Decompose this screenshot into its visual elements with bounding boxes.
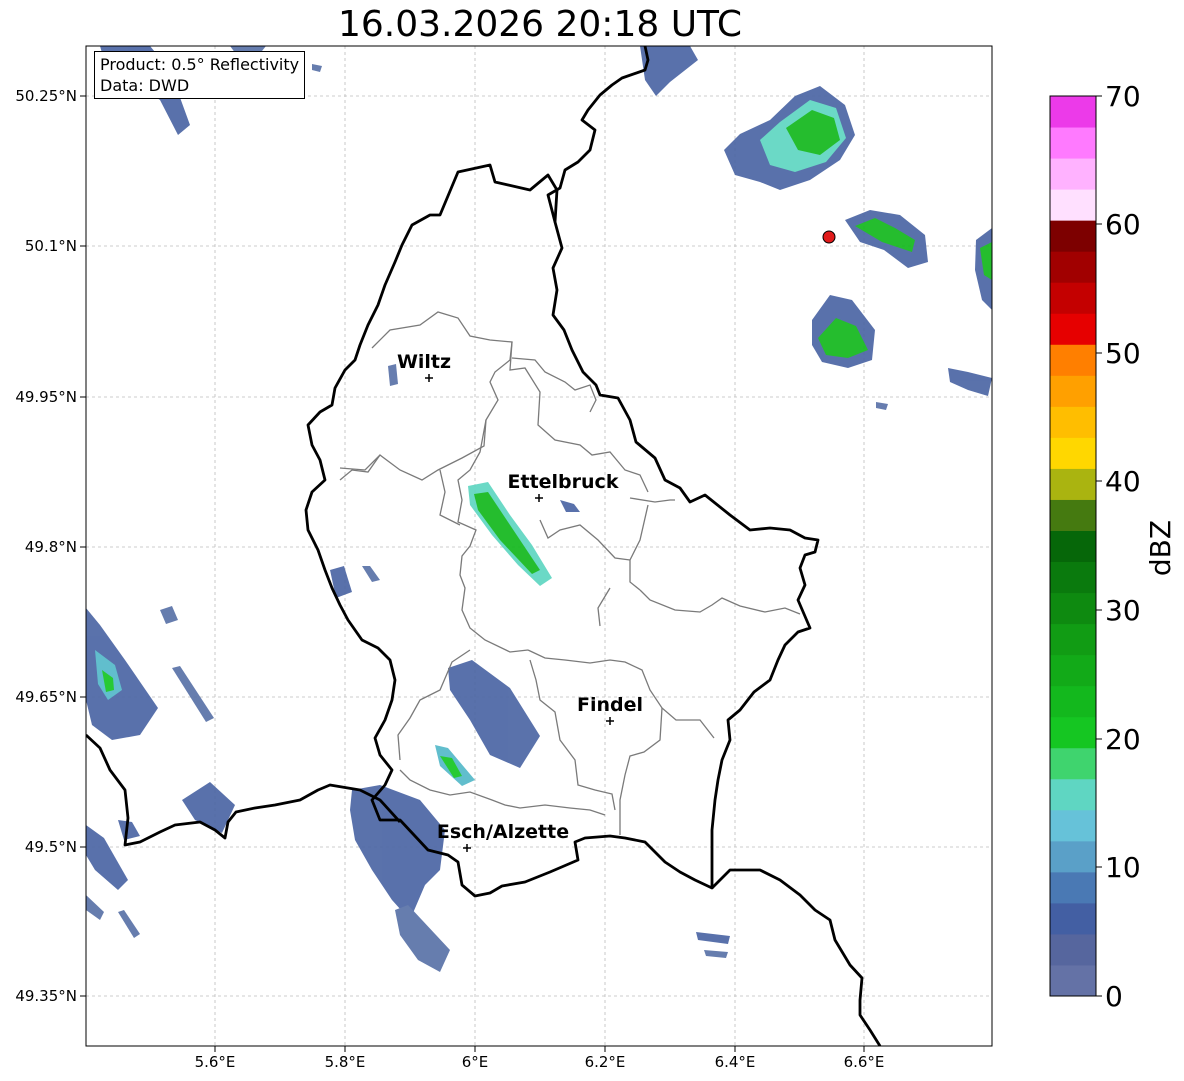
echo-ne-cell-8 [696,932,730,944]
colorbar-tick: 50 [1105,337,1141,370]
colorbar-swatch [1050,375,1096,407]
lon-tick: 6.4°E [715,1053,756,1071]
colorbar-swatch [1050,437,1096,469]
echo-west-streak-1 [172,666,214,722]
echo-west-streak-5 [118,910,140,938]
echo-ne-cell-9 [704,950,728,958]
colorbar-swatch [1050,344,1096,376]
colorbar-tick: 40 [1105,465,1141,498]
lat-tick: 49.8°N [25,538,77,556]
echo-central-core [474,492,540,574]
colorbar-tick: 70 [1105,80,1141,113]
colorbar-tick: 60 [1105,208,1141,241]
radar-site-marker [822,230,836,244]
echo-south-mid [448,660,540,768]
echo-ne-cell-6 [640,46,698,96]
colorbar-swatch [1050,964,1096,997]
colorbar-swatch [1050,127,1096,159]
colorbar-swatch [1050,592,1096,625]
colorbar-swatch [1050,716,1096,749]
colorbar-tick: 0 [1105,980,1123,1013]
colorbar-swatch [1050,902,1096,935]
echo-ne-cell-7 [876,402,888,410]
colorbar-swatch [1050,809,1096,842]
map-frame [85,45,993,1047]
colorbar-swatch [1050,406,1096,438]
lon-tick: 6.6°E [844,1053,885,1071]
lat-tick: 49.65°N [15,688,77,706]
radar-map: 16.03.2026 20:18 UTC Wiltz Ettelbruck Fi… [0,0,1184,1081]
lat-tick: 49.35°N [15,987,77,1005]
city-wiltz: Wiltz [397,351,451,382]
colorbar-swatch [1050,747,1096,780]
colorbar-swatch [1050,468,1096,500]
colorbar-swatch [1050,685,1096,718]
echo-west-cluster [86,608,158,740]
echo-west-streak-7 [362,566,380,582]
lon-tick-labels: 5.6°E 5.8°E 6°E 6.2°E 6.4°E 6.6°E [195,1046,885,1071]
gridlines [86,46,992,1046]
lat-tick: 50.25°N [15,87,77,105]
city-label-ettelbruck: Ettelbruck [508,471,619,493]
lon-tick: 6°E [462,1053,489,1071]
germany-belgium-border [546,46,650,223]
echo-west-streak-3 [86,825,128,890]
colorbar-swatch [1050,561,1096,594]
france-germany-border [711,868,882,1046]
lat-tick: 49.95°N [15,388,77,406]
city-findel: Findel [577,694,643,725]
colorbar-ticks: 0 10 20 30 40 50 60 70 [1096,80,1141,1013]
colorbar-swatch [1050,840,1096,873]
lon-tick: 6.2°E [585,1053,626,1071]
colorbar-swatch [1050,871,1096,904]
product-text: Product: 0.5° Reflectivity [100,55,300,74]
echo-west-streak-9 [118,820,140,840]
colorbar-swatch [1050,189,1096,221]
echo-ne-cell-5 [948,368,992,396]
product-info-box: Product: 0.5° Reflectivity Data: DWD [94,51,306,99]
colorbar-tick: 20 [1105,723,1141,756]
colorbar-swatch [1050,282,1096,314]
echo-south-cluster [350,785,445,920]
colorbar-swatch [1050,530,1096,563]
data-source-text: Data: DWD [100,76,190,95]
colorbar-label: dBZ [1144,520,1177,576]
colorbar-swatch [1050,313,1096,345]
national-borders [86,46,882,1046]
colorbar-tick: 10 [1105,851,1141,884]
colorbar-tick: 30 [1105,594,1141,627]
colorbar-swatch [1050,251,1096,283]
city-label-findel: Findel [577,694,643,716]
lat-tick: 50.1°N [25,237,77,255]
lat-tick-labels: 50.25°N 50.1°N 49.95°N 49.8°N 49.65°N 49… [15,87,86,1005]
echo-south-streaks [395,905,450,972]
echo-nw-top-3 [312,64,322,72]
colorbar-swatch [1050,654,1096,687]
city-label-wiltz: Wiltz [397,351,451,373]
colorbar-swatch [1050,220,1096,252]
city-markers: Wiltz Ettelbruck Findel Esch/Alzette [397,351,643,852]
echo-central-dot [560,500,580,512]
colorbar-swatch [1050,499,1096,531]
echo-west-streak-8 [160,606,178,624]
colorbar-swatch [1050,96,1096,128]
colorbar-swatch [1050,778,1096,811]
map-canvas: Wiltz Ettelbruck Findel Esch/Alzette 50.… [15,45,1177,1071]
lon-tick: 5.6°E [195,1053,236,1071]
colorbar-swatch [1050,158,1096,190]
lat-tick: 49.5°N [25,838,77,856]
city-ettelbruck: Ettelbruck [508,471,619,502]
colorbar-swatch [1050,623,1096,656]
colorbar: 0 10 20 30 40 50 60 70 dBZ [1049,80,1177,1013]
lon-tick: 5.8°E [325,1053,366,1071]
colorbar-swatches [1050,96,1096,997]
echo-west-streak-4 [86,895,104,920]
colorbar-swatch [1050,933,1096,966]
luxembourg-border [304,163,820,898]
city-label-esch-alzette: Esch/Alzette [437,821,569,843]
canton-boundaries [339,311,801,835]
